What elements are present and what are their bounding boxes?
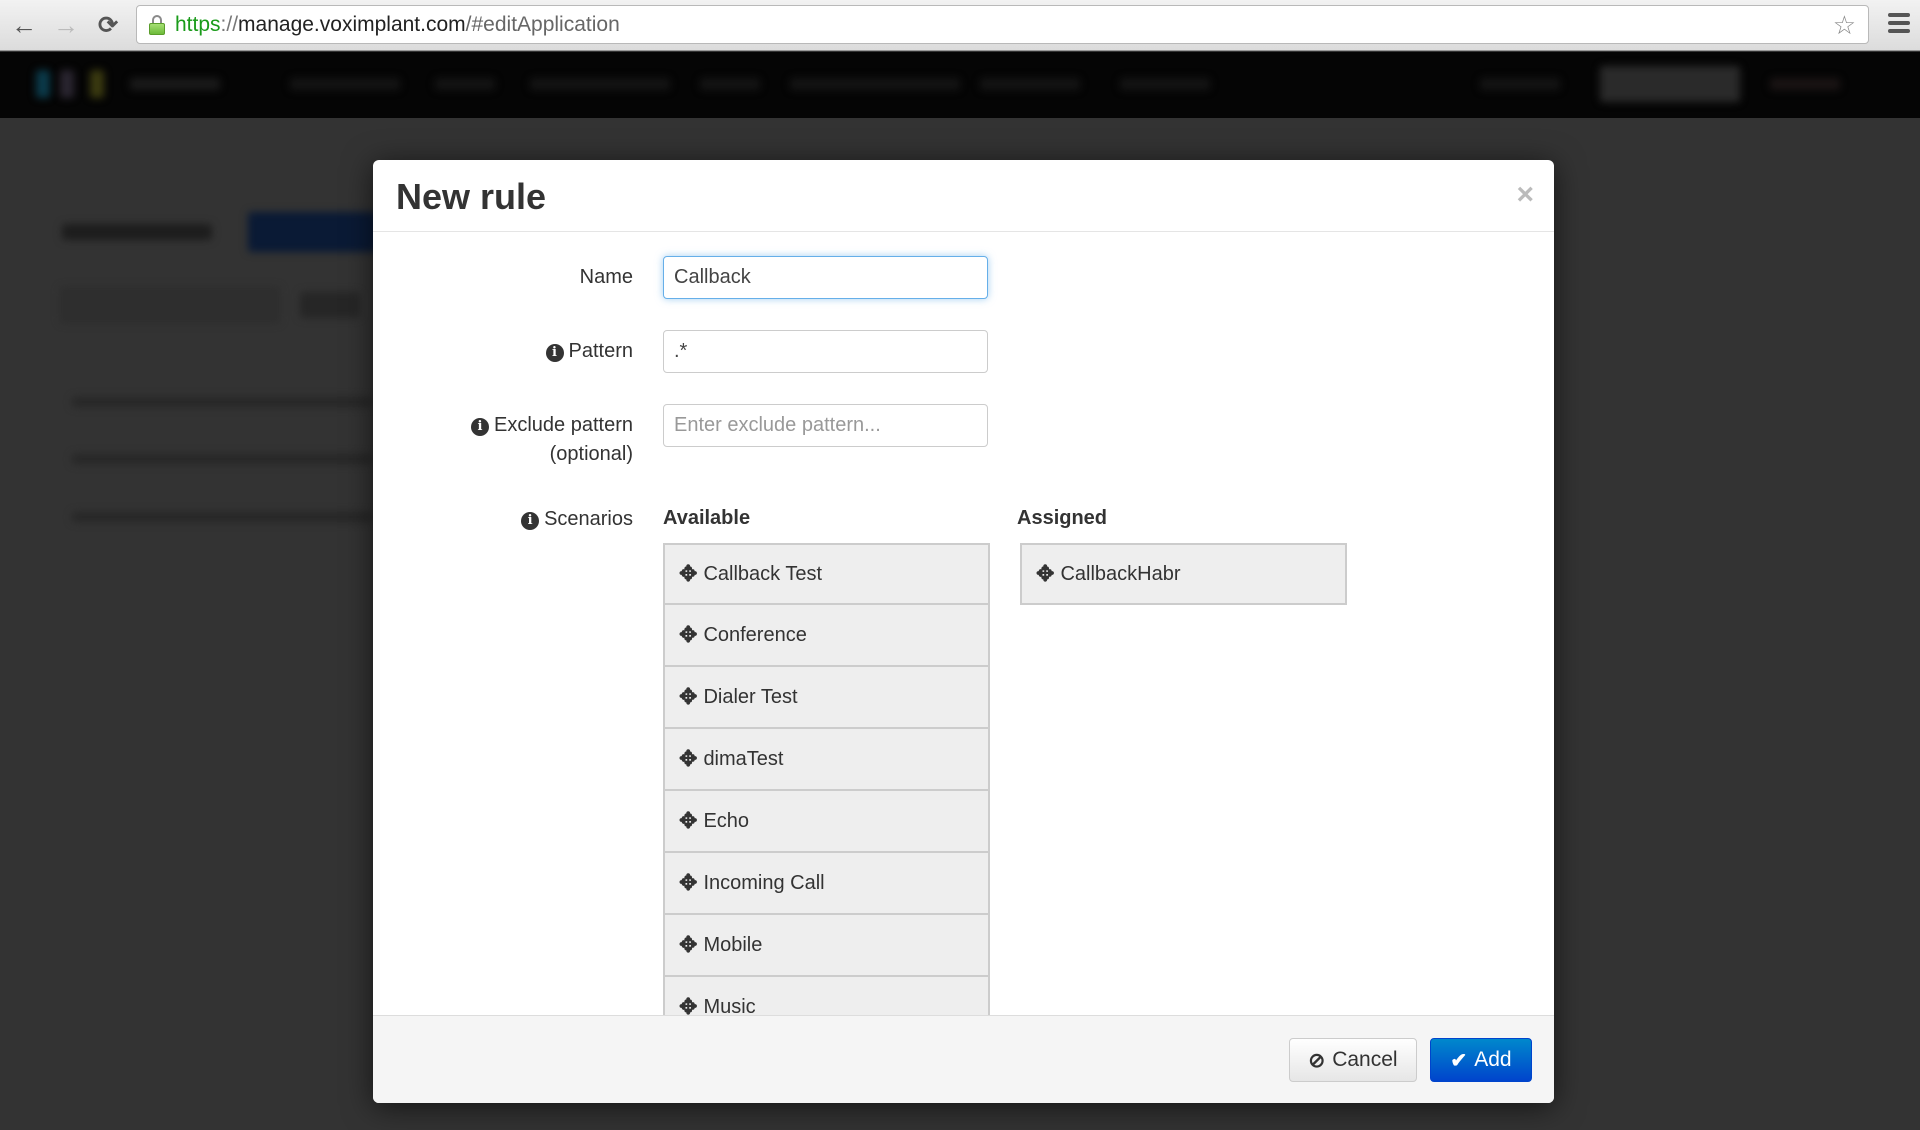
back-arrow-icon[interactable]: ← — [8, 9, 40, 41]
scenario-item[interactable]: ✥ Incoming Call — [663, 853, 990, 915]
forward-arrow-icon[interactable]: → — [50, 9, 82, 41]
modal-body: Name iPattern iExclude pattern (optional… — [373, 233, 1554, 1015]
available-scenarios-list: ✥ Callback Test ✥ Conference ✥ Dialer Test ✥ di… — [663, 543, 990, 1015]
lock-icon — [149, 14, 165, 35]
exclude-label: Exclude pattern — [494, 414, 633, 436]
scenario-item[interactable]: ✥ Mobile — [663, 915, 990, 977]
reload-icon[interactable]: ⟳ — [92, 9, 124, 41]
move-icon[interactable]: ✥ — [679, 686, 697, 708]
url-separator: :// — [220, 12, 239, 36]
bookmark-star-icon[interactable]: ☆ — [1833, 10, 1856, 41]
background-navbar — [0, 52, 1920, 118]
move-icon[interactable]: ✥ — [679, 934, 697, 956]
browser-toolbar: ← → ⟳ https://manage.voximplant.com/#edi… — [0, 0, 1920, 51]
pattern-label: Pattern — [568, 340, 633, 362]
scenario-item[interactable]: ✥ Music — [663, 977, 990, 1015]
url-scheme: https — [175, 12, 221, 36]
scenario-item[interactable]: ✥ CallbackHabr — [1020, 543, 1347, 605]
name-input[interactable] — [663, 256, 988, 299]
name-label: Name — [579, 266, 633, 288]
check-icon: ✔ — [1450, 1049, 1468, 1072]
scenario-label: Callback Test — [703, 562, 823, 585]
cancel-icon: ⊘ — [1308, 1049, 1326, 1072]
scenario-item[interactable]: ✥ Echo — [663, 791, 990, 853]
close-icon[interactable]: × — [1516, 180, 1534, 210]
move-icon[interactable]: ✥ — [679, 872, 697, 894]
scenario-label: Music — [703, 995, 756, 1016]
scenarios-label: Scenarios — [544, 508, 633, 530]
move-icon[interactable]: ✥ — [1036, 563, 1054, 585]
url-host: manage.voximplant.com — [238, 12, 466, 36]
available-heading: Available — [663, 507, 751, 529]
add-button[interactable]: ✔ Add — [1430, 1038, 1532, 1082]
scenarios-label-wrap: i Scenarios — [521, 505, 633, 534]
exclude-label-wrap: i Exclude pattern (optional) — [471, 411, 633, 469]
cancel-button[interactable]: ⊘ Cancel — [1289, 1038, 1417, 1082]
modal-title: New rule — [396, 176, 547, 217]
cancel-label: Cancel — [1332, 1048, 1398, 1071]
pattern-label-wrap: i Pattern — [545, 337, 633, 366]
url-path: /#editApplication — [465, 12, 620, 36]
new-rule-modal: New rule × Name iPattern iExclude patter… — [373, 160, 1554, 1103]
scenario-item[interactable]: ✥ Conference — [663, 605, 990, 667]
scenario-label: Dialer Test — [703, 685, 798, 708]
exclude-label-optional: (optional) — [549, 443, 633, 465]
pattern-input[interactable] — [663, 330, 988, 373]
scenario-label: CallbackHabr — [1060, 562, 1181, 585]
move-icon[interactable]: ✥ — [679, 563, 697, 585]
scenario-item[interactable]: ✥ Callback Test — [663, 543, 990, 605]
add-label: Add — [1474, 1048, 1512, 1071]
assigned-scenarios-list: ✥ CallbackHabr — [1020, 543, 1347, 605]
scenario-item[interactable]: ✥ Dialer Test — [663, 667, 990, 729]
scenario-label: dimaTest — [703, 747, 784, 770]
move-icon[interactable]: ✥ — [679, 624, 697, 646]
modal-footer: ⊘ Cancel ✔ Add — [373, 1015, 1554, 1103]
info-icon[interactable]: i — [521, 512, 540, 530]
move-icon[interactable]: ✥ — [679, 810, 697, 832]
info-icon[interactable]: i — [545, 344, 564, 362]
scenario-label: Conference — [703, 623, 807, 646]
assigned-heading: Assigned — [1017, 507, 1108, 529]
browser-menu-icon[interactable] — [1888, 13, 1910, 33]
address-bar[interactable]: https://manage.voximplant.com/#editAppli… — [136, 5, 1869, 44]
move-icon[interactable]: ✥ — [679, 996, 697, 1016]
scenario-item[interactable]: ✥ dimaTest — [663, 729, 990, 791]
info-icon[interactable]: i — [471, 418, 490, 436]
scenario-label: Incoming Call — [703, 871, 825, 894]
scenario-label: Mobile — [703, 933, 763, 956]
move-icon[interactable]: ✥ — [679, 748, 697, 770]
modal-header: New rule × — [373, 160, 1554, 232]
exclude-pattern-input[interactable] — [663, 404, 988, 447]
scenario-label: Echo — [703, 809, 750, 832]
